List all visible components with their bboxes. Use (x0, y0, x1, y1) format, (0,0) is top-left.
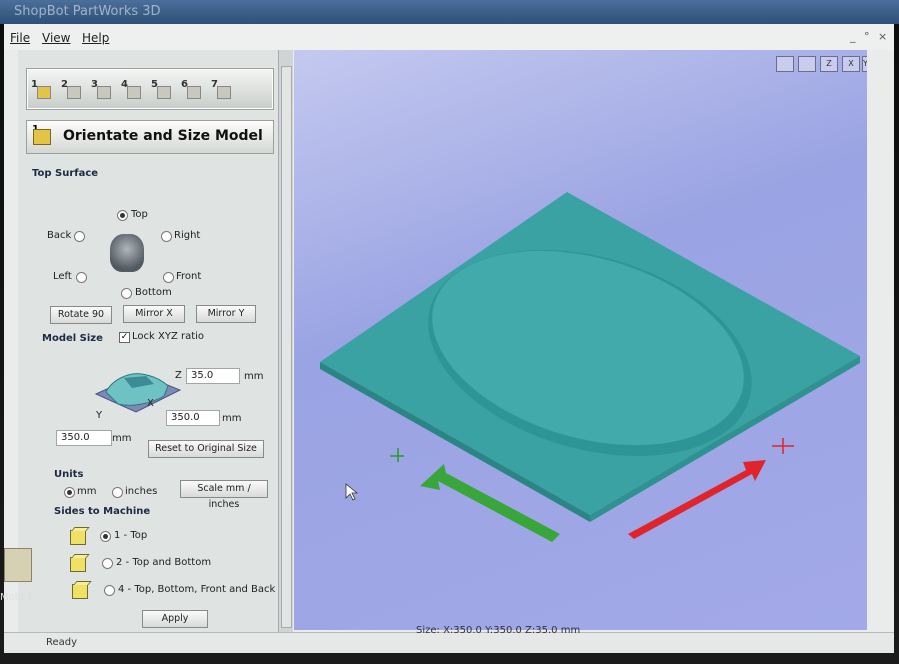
z-unit-label: mm (244, 371, 264, 382)
radio-back[interactable] (74, 231, 85, 242)
label-mm: mm (77, 486, 97, 497)
minimize-button[interactable]: _ (850, 30, 856, 43)
top-surface-heading: Top Surface (32, 168, 99, 179)
step-3-button[interactable]: 3 (91, 79, 113, 99)
y-unit-label: mm (112, 433, 132, 444)
mirror-x-button[interactable]: Mirror X (123, 305, 185, 323)
step-6-button[interactable]: 6 (181, 79, 203, 99)
model-preview-icon (110, 234, 144, 272)
sides-heading: Sides to Machine (54, 506, 151, 517)
step-7-button[interactable]: 7 (211, 79, 233, 99)
radio-left[interactable] (76, 272, 87, 283)
status-text: Ready (46, 637, 78, 648)
cube-1-icon (70, 530, 86, 545)
label-inches: inches (125, 486, 158, 497)
step-4-button[interactable]: 4 (121, 79, 143, 99)
close-button[interactable]: × (878, 30, 887, 43)
model-size-heading: Model Size (42, 333, 103, 344)
step-2-button[interactable]: 2 (61, 79, 83, 99)
axis-z-label: Z (175, 370, 182, 381)
restore-button[interactable]: ° (864, 30, 870, 43)
status-bar: Ready Size: X:350.0 Y:350.0 Z:35.0 mm (4, 625, 894, 653)
panel-scrollbar[interactable] (278, 50, 293, 632)
radio-side-2[interactable] (102, 558, 113, 569)
app-title: ShopBot PartWorks 3D (14, 4, 161, 19)
cube-icon (37, 86, 51, 99)
cube-icon (33, 129, 51, 145)
axis-x-label: X (147, 398, 154, 409)
menu-view[interactable]: View (42, 31, 70, 45)
radio-top[interactable] (117, 210, 128, 221)
radio-mm[interactable] (64, 487, 75, 498)
document-icon[interactable] (4, 548, 32, 582)
side-option-1: 1 - Top (114, 530, 148, 541)
lock-ratio-checkbox[interactable]: ✓ (119, 332, 130, 343)
cube-4-icon (72, 584, 88, 599)
radio-front[interactable] (163, 272, 174, 283)
y-origin-marker (390, 448, 404, 462)
side-option-4: 4 - Top, Bottom, Front and Back (118, 584, 276, 595)
desktop-icon-label: Mold 1 (0, 592, 34, 603)
tool-icon (157, 86, 171, 99)
step-toolbar: 1 2 3 4 5 6 7 (26, 68, 274, 110)
radio-inches[interactable] (112, 487, 123, 498)
model-size-readout: Size: X:350.0 Y:350.0 Z:35.0 mm (416, 625, 581, 636)
model-scene (320, 192, 860, 542)
label-right: Right (174, 230, 201, 241)
panel-title: Orientate and Size Model (63, 128, 263, 144)
label-back: Back (47, 230, 72, 241)
label-bottom: Bottom (135, 287, 172, 298)
reset-size-button[interactable]: Reset to Original Size (148, 440, 264, 458)
z-size-field[interactable]: 35.0 (186, 368, 240, 384)
radio-right[interactable] (161, 231, 172, 242)
rotate-90-button[interactable]: Rotate 90 (50, 306, 112, 324)
scroll-thumb[interactable] (281, 66, 292, 628)
axis-y-label: Y (96, 410, 103, 421)
x-size-field[interactable]: 350.0 (166, 410, 220, 426)
label-left: Left (53, 271, 72, 282)
step-1-button[interactable]: 1 (31, 79, 53, 99)
step-5-button[interactable]: 5 (151, 79, 173, 99)
3d-viewport[interactable]: Z X Y (294, 50, 867, 630)
label-top: Top (131, 209, 148, 220)
menu-help[interactable]: Help (82, 31, 109, 45)
tool-icon (127, 86, 141, 99)
mirror-y-button[interactable]: Mirror Y (196, 305, 256, 323)
app-window: File View Help _ ° × 1 2 3 4 5 6 7 1 Ori… (4, 24, 894, 653)
tool-icon (217, 86, 231, 99)
radio-bottom[interactable] (121, 288, 132, 299)
title-bar: ShopBot PartWorks 3D (0, 0, 899, 24)
orientate-panel: 1 2 3 4 5 6 7 1 Orientate and Size Model… (18, 50, 284, 639)
y-size-field[interactable]: 350.0 (56, 430, 112, 446)
menu-file[interactable]: File (10, 31, 30, 45)
x-unit-label: mm (222, 413, 242, 424)
tool-icon (97, 86, 111, 99)
radio-side-1[interactable] (100, 531, 111, 542)
mouse-cursor-icon (345, 483, 359, 501)
apply-button[interactable]: Apply (142, 610, 208, 628)
tool-icon (67, 86, 81, 99)
menu-bar: File View Help _ ° × (4, 24, 894, 50)
tool-icon (187, 86, 201, 99)
scale-units-button[interactable]: Scale mm / inches (180, 480, 268, 510)
units-heading: Units (54, 469, 84, 480)
x-origin-marker (772, 438, 794, 454)
lock-ratio-label: Lock XYZ ratio (132, 331, 205, 342)
radio-side-4[interactable] (104, 585, 115, 596)
panel-header: 1 Orientate and Size Model (26, 120, 274, 154)
side-option-2: 2 - Top and Bottom (116, 557, 212, 568)
cube-2-icon (70, 557, 86, 572)
label-front: Front (176, 271, 202, 282)
